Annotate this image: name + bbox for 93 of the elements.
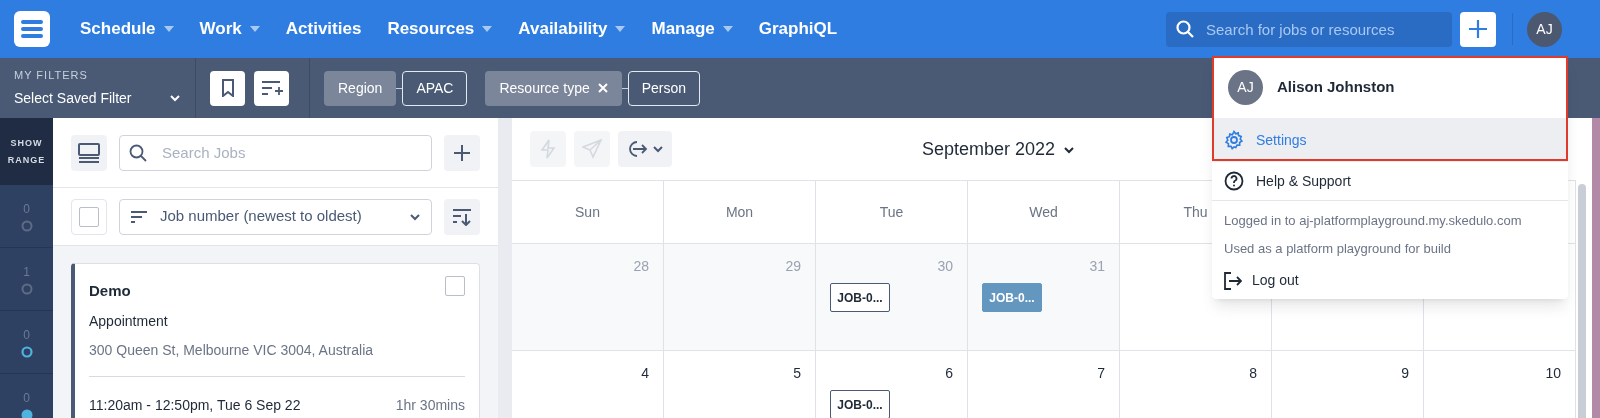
caret-icon — [249, 26, 260, 32]
job-checkbox[interactable] — [445, 276, 465, 296]
nav-menu-item[interactable]: GraphiQL — [758, 16, 838, 42]
search-icon — [129, 143, 147, 162]
weekday-header: Tue — [879, 202, 904, 222]
caret-icon — [482, 26, 493, 32]
day-number: 9 — [1401, 364, 1409, 383]
plus-icon — [1468, 19, 1488, 39]
filter-value[interactable]: Person — [627, 70, 701, 106]
day-number: 4 — [641, 364, 649, 383]
job-type: Appointment — [89, 311, 169, 331]
bookmark-icon — [220, 79, 235, 97]
nav-menu-item[interactable]: Activities — [285, 16, 362, 42]
weekday-header: Thu — [1183, 202, 1208, 222]
filter-chip[interactable]: Region — [324, 70, 397, 106]
lightning-icon — [540, 139, 556, 159]
logo-icon — [14, 11, 50, 47]
range-marker-icon[interactable] — [20, 220, 33, 232]
saved-filter-dropdown[interactable]: Select Saved Filter — [14, 87, 181, 109]
job-time: 11:20am - 12:50pm, Tue 6 Sep 22 — [89, 395, 301, 415]
caret-icon — [163, 26, 174, 32]
nav-menu-item[interactable]: Resources — [387, 16, 493, 42]
toolbar-button[interactable] — [618, 131, 672, 167]
day-number: 5 — [793, 364, 801, 383]
account-info-text: Used as a platform playground for build — [1224, 239, 1452, 258]
calendar-job[interactable]: JOB-0... — [830, 283, 890, 312]
chevron-icon — [652, 145, 664, 153]
weekday-header: Wed — [1029, 202, 1058, 222]
day-number: 10 — [1545, 364, 1561, 383]
day-number: 30 — [937, 257, 953, 276]
user-name: Alison Johnston — [1277, 76, 1395, 97]
view-toggle-button[interactable] — [71, 134, 107, 171]
account-info-text: Logged in to aj-platformplayground.my.skedulo.com — [1224, 212, 1523, 230]
add-filter-icon — [260, 80, 283, 96]
show-range-button[interactable]: SHOW RANGE — [0, 118, 53, 185]
search-icon — [1176, 19, 1194, 38]
nav-menu-item[interactable]: Work — [199, 16, 260, 42]
select-all-checkbox[interactable] — [79, 206, 99, 227]
chevron-icon — [409, 212, 421, 221]
job-address: 300 Queen St, Melbourne VIC 3004, Australia — [89, 339, 465, 377]
logout-icon — [1224, 271, 1242, 290]
job-search-field[interactable]: Search Jobs — [119, 134, 432, 171]
plus-icon — [453, 143, 471, 162]
range-marker-icon[interactable] — [20, 409, 33, 418]
day-number: 31 — [1089, 257, 1105, 276]
chevron-icon — [1063, 145, 1076, 154]
job-card[interactable]: Demo Appointment 300 Queen St, Melbourne VIC 3004, Australia 11:20am - 12:50pm, Tue 6 Sep 22 1hr 30mins — [71, 263, 480, 418]
range-count: 0 — [23, 327, 30, 344]
sort-dropdown[interactable]: Job number (newest to oldest) — [119, 198, 432, 235]
day-number: 7 — [1097, 364, 1105, 383]
bookmark-button[interactable] — [210, 70, 245, 106]
job-duration: 1hr 30mins — [395, 395, 465, 415]
list-view-icon — [78, 142, 100, 163]
weekday-header: Mon — [725, 202, 754, 222]
filters-label: MY FILTERS — [14, 68, 89, 84]
add-button[interactable] — [1460, 11, 1496, 47]
month-picker[interactable]: September 2022 — [922, 136, 1076, 163]
user-avatar[interactable]: AJ — [1527, 11, 1562, 47]
range-count: 1 — [23, 264, 30, 281]
nav-menu-item[interactable]: Manage — [651, 16, 733, 42]
send-icon — [582, 139, 602, 159]
day-number: 6 — [945, 364, 953, 383]
menu-avatar: AJ — [1228, 69, 1263, 105]
range-count: 0 — [23, 390, 30, 407]
range-marker-icon[interactable] — [20, 283, 33, 295]
job-title: Demo — [89, 281, 131, 301]
nav-menu-item[interactable]: Availability — [518, 16, 626, 42]
sort-order-button[interactable] — [444, 198, 480, 235]
weekday-header: Sun — [575, 202, 600, 222]
add-filter-button[interactable] — [254, 70, 289, 106]
day-number: 29 — [785, 257, 801, 276]
dispatch-icon — [626, 139, 648, 159]
sort-icon — [130, 209, 148, 224]
close-icon[interactable] — [597, 83, 608, 93]
range-marker-icon[interactable] — [20, 346, 33, 358]
add-job-button[interactable] — [444, 134, 480, 171]
chevron-icon — [169, 94, 181, 103]
filter-chip[interactable]: Resource type — [485, 70, 622, 106]
settings-icon — [1224, 130, 1244, 150]
search-field[interactable]: Search for jobs or resources — [1166, 11, 1452, 47]
nav-menu-item[interactable]: Schedule — [80, 16, 174, 42]
range-count: 0 — [23, 201, 30, 218]
menu-item[interactable]: Help & Support — [1212, 162, 1568, 200]
help-icon — [1224, 171, 1244, 191]
filter-value[interactable]: APAC — [402, 70, 468, 106]
sort-descending-icon — [452, 207, 472, 226]
caret-icon — [615, 26, 626, 32]
logout-menu-item[interactable]: Log out — [1224, 270, 1556, 291]
calendar-job[interactable]: JOB-0... — [830, 390, 890, 418]
menu-item[interactable]: Settings — [1212, 118, 1568, 162]
day-number: 28 — [633, 257, 649, 276]
caret-icon — [722, 26, 733, 32]
day-number: 8 — [1249, 364, 1257, 383]
